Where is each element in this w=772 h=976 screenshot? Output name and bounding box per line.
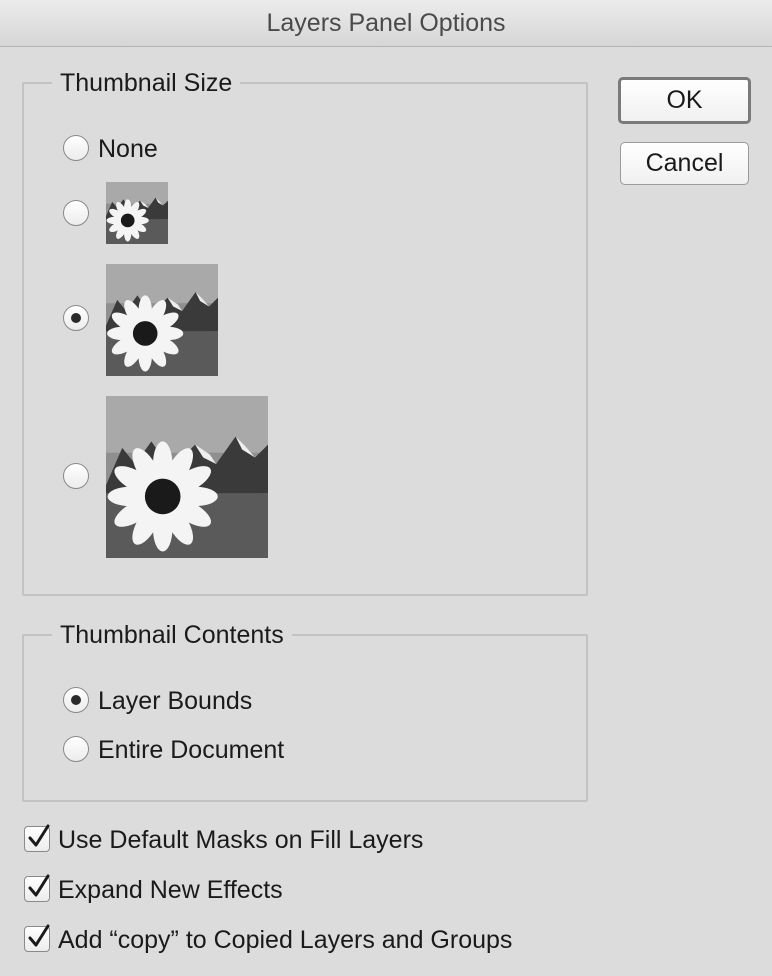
default-masks-label[interactable]: Use Default Masks on Fill Layers bbox=[58, 825, 423, 855]
layer-bounds-radio[interactable] bbox=[63, 687, 89, 713]
checkmark-icon bbox=[28, 924, 50, 947]
thumb-size-none-label[interactable]: None bbox=[98, 134, 158, 164]
window-title: Layers Panel Options bbox=[0, 0, 772, 47]
sunflower-thumbnail-small-icon bbox=[106, 182, 168, 244]
expand-effects-checkbox[interactable] bbox=[24, 874, 50, 902]
checkmark-icon bbox=[28, 824, 50, 847]
thumbnail-contents-legend: Thumbnail Contents bbox=[52, 619, 292, 651]
thumb-size-large-radio[interactable] bbox=[63, 463, 89, 489]
thumb-size-medium-radio[interactable] bbox=[63, 305, 89, 331]
entire-document-radio[interactable] bbox=[63, 736, 89, 762]
ok-button[interactable]: OK bbox=[618, 77, 751, 124]
cancel-button[interactable]: Cancel bbox=[620, 142, 749, 185]
thumb-size-small-radio[interactable] bbox=[63, 200, 89, 226]
thumbnail-size-legend: Thumbnail Size bbox=[52, 67, 241, 99]
sunflower-thumbnail-large-icon bbox=[106, 396, 268, 558]
add-copy-checkbox[interactable] bbox=[24, 924, 50, 952]
checkmark-icon bbox=[28, 874, 50, 897]
add-copy-label[interactable]: Add “copy” to Copied Layers and Groups bbox=[58, 925, 512, 955]
sunflower-thumbnail-medium-icon bbox=[106, 264, 218, 376]
layer-bounds-label[interactable]: Layer Bounds bbox=[98, 686, 252, 716]
thumb-size-none-radio[interactable] bbox=[63, 135, 89, 161]
default-masks-checkbox[interactable] bbox=[24, 824, 50, 852]
thumbnail-contents-group: Thumbnail Contents bbox=[22, 619, 588, 802]
entire-document-label[interactable]: Entire Document bbox=[98, 735, 284, 765]
expand-effects-label[interactable]: Expand New Effects bbox=[58, 875, 283, 905]
